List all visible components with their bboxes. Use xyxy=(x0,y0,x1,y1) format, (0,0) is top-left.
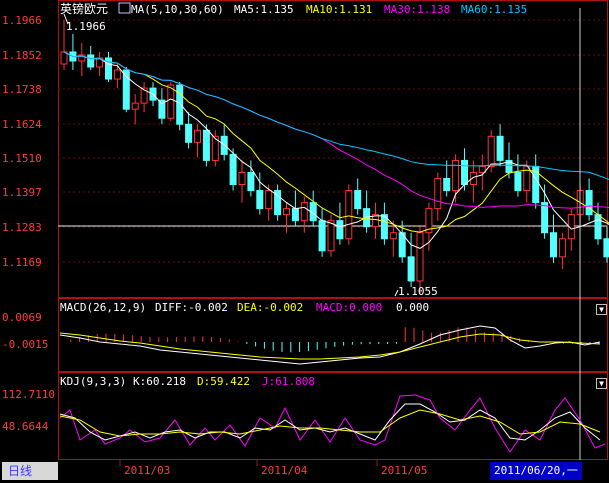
candle-body xyxy=(291,208,299,222)
candle-body xyxy=(229,153,237,186)
price-tick-label: 1.1397 xyxy=(2,186,42,199)
candle-body xyxy=(194,129,201,143)
kdj-tick-label: 48.6644 xyxy=(2,420,49,433)
price-tick-label: 1.1852 xyxy=(2,49,42,62)
candle-body xyxy=(434,177,442,210)
candle-body xyxy=(318,220,326,252)
candle-body xyxy=(443,177,451,192)
date-label-1: 2011/03 xyxy=(124,464,171,477)
candle-body xyxy=(300,202,308,222)
macd-panel-toggle-button[interactable]: ▼ xyxy=(596,304,607,315)
kdj-k-value: K:60.218 xyxy=(133,375,186,388)
candle-body xyxy=(407,256,415,282)
ma30-value: MA30:1.138 xyxy=(384,3,450,16)
candle-body xyxy=(603,238,609,258)
candle-body xyxy=(541,202,549,234)
price-tick-label: 1.1283 xyxy=(2,221,42,234)
macd-diff-value: DIFF:-0.002 xyxy=(155,301,228,314)
candle-body xyxy=(487,135,495,167)
cursor-date-readout: 2011/06/20,一 xyxy=(490,462,582,480)
candle-body xyxy=(176,84,184,125)
candle-body xyxy=(354,190,362,210)
price-tick-label: 1.1624 xyxy=(2,118,42,131)
period-tab-daily[interactable]: 日线 xyxy=(2,462,58,480)
candle-body xyxy=(558,238,566,258)
candle-body xyxy=(167,84,175,119)
price-axis: 1.1966 1.1852 1.1738 1.1624 1.1510 1.1397 1.12… xyxy=(2,14,42,269)
ma60-value: MA60:1.135 xyxy=(461,3,527,16)
candle-body xyxy=(113,69,121,80)
candle-body xyxy=(247,171,255,192)
candle-body xyxy=(202,129,210,161)
ma-lines xyxy=(63,51,609,249)
candle-body xyxy=(550,232,557,258)
candle-body xyxy=(336,220,344,240)
date-label-3: 2011/05 xyxy=(381,464,428,477)
price-tick-label: 1.1738 xyxy=(2,83,42,96)
candle-body xyxy=(185,123,193,143)
candle-body xyxy=(416,232,424,282)
candle-body xyxy=(461,159,468,186)
macd-macd-value: MACD:0.000 xyxy=(316,301,382,314)
candle-body xyxy=(327,220,335,252)
candle-body xyxy=(389,232,397,240)
low-marker: 1.1055 xyxy=(398,285,438,298)
indicator-icon xyxy=(118,2,131,14)
macd-tick-label: 0.0069 xyxy=(2,311,42,324)
kdj-j-line xyxy=(59,394,606,453)
candle-body xyxy=(496,135,504,161)
ma10-value: MA10:1.131 xyxy=(306,3,372,16)
candle-body xyxy=(238,171,246,186)
macd-axis: 0.0069 -0.0015 xyxy=(2,311,48,351)
candle-body xyxy=(585,190,593,216)
candle-body xyxy=(265,190,273,210)
ma5-value: MA5:1.135 xyxy=(234,3,294,16)
ma-indicator-name: MA(5,10,30,60) xyxy=(131,3,224,16)
high-marker: 1.1966 xyxy=(66,20,106,33)
symbol-title: 英镑欧元 xyxy=(60,1,108,16)
price-tick-label: 1.1966 xyxy=(2,14,42,27)
kdj-indicator-name: KDJ(9,3,3) xyxy=(60,375,126,388)
candle-body xyxy=(87,54,95,68)
macd-extra-value: 0.000 xyxy=(396,301,429,314)
kdj-j-value: J:61.808 xyxy=(262,375,315,388)
candle-body xyxy=(283,208,290,216)
kdj-k-line xyxy=(59,403,601,441)
candles xyxy=(60,20,609,295)
kdj-d-value: D:59.422 xyxy=(197,375,250,388)
chart-canvas: 1.1966 1.1055 1.19661.18521.17381.16241.… xyxy=(2,0,609,466)
candle-body xyxy=(345,190,353,240)
kdj-panel-toggle-button[interactable]: ▼ xyxy=(596,378,607,389)
candle-body xyxy=(514,171,522,192)
macd-dea-value: DEA:-0.002 xyxy=(237,301,303,314)
candle-body xyxy=(60,51,68,65)
macd-indicator-name: MACD(26,12,9) xyxy=(60,301,146,314)
macd-tick-label: -0.0015 xyxy=(2,338,48,351)
kdj-axis: 112.7110 48.6644 xyxy=(2,388,55,433)
ma5-line xyxy=(63,51,609,249)
candle-body xyxy=(594,214,602,240)
candle-body xyxy=(256,190,264,210)
price-tick-label: 1.1169 xyxy=(2,256,42,269)
kdj-tick-label: 112.7110 xyxy=(2,388,55,401)
date-label-2: 2011/04 xyxy=(261,464,308,477)
price-tick-label: 1.1510 xyxy=(2,152,42,165)
candle-body xyxy=(131,102,139,110)
